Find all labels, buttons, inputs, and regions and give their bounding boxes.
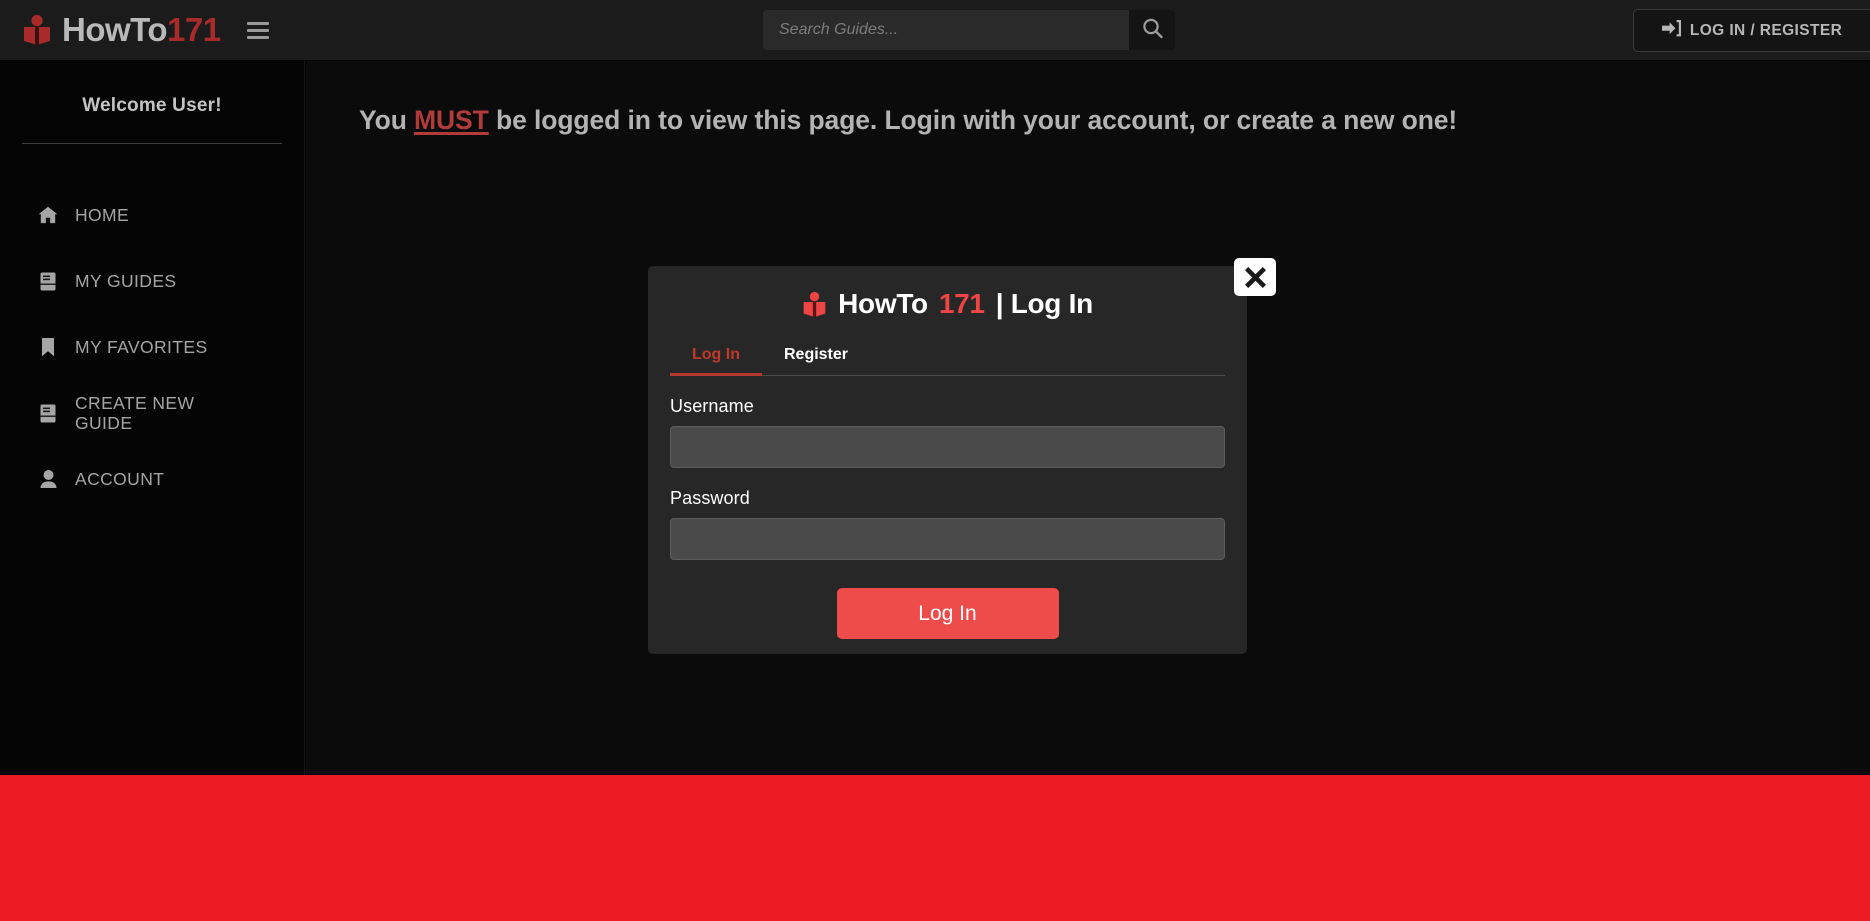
- top-navigation-bar: HowTo171 Search Guides... LOG IN / REGIS…: [0, 0, 1870, 61]
- app-root: HowTo171 Search Guides... LOG IN / REGIS…: [0, 0, 1870, 921]
- sidebar-item-label: MY GUIDES: [75, 270, 177, 291]
- right-gutter: [1840, 61, 1870, 775]
- sidebar-item-my-favorites[interactable]: MY FAVORITES: [0, 314, 304, 380]
- hamburger-menu-icon[interactable]: [246, 20, 269, 40]
- sidebar-divider: [22, 143, 282, 144]
- modal-tabs: Log In Register: [670, 346, 1225, 376]
- headline-prefix: You: [359, 105, 415, 135]
- sidebar: Welcome User! HOME MY GUIDES MY FAVORITE…: [0, 61, 305, 775]
- bookmark-icon: [38, 337, 58, 357]
- book-reader-icon: [22, 14, 52, 46]
- login-register-button[interactable]: LOG IN / REGISTER: [1633, 9, 1870, 52]
- brand-title: HowTo171: [62, 11, 221, 49]
- password-field-group: Password: [670, 488, 1225, 560]
- sidebar-item-my-guides[interactable]: MY GUIDES: [0, 248, 304, 314]
- book-reader-icon: [802, 291, 827, 318]
- headline-suffix: be logged in to view this page. Login wi…: [488, 105, 1458, 135]
- modal-title: HowTo 171 | Log In: [648, 288, 1247, 320]
- username-label: Username: [670, 396, 754, 416]
- password-label: Password: [670, 488, 750, 508]
- username-input[interactable]: [670, 426, 1225, 468]
- sidebar-item-label: CREATE NEW GUIDE: [75, 392, 195, 433]
- sidebar-item-home[interactable]: HOME: [0, 182, 304, 248]
- hamburger-bar: [246, 35, 269, 39]
- brand-number: 171: [167, 11, 221, 48]
- book-icon: [38, 404, 58, 423]
- modal-title-brand: HowTo: [838, 288, 928, 319]
- brand-logo-link[interactable]: HowTo171: [0, 11, 221, 49]
- username-field-group: Username: [670, 396, 1225, 468]
- hamburger-bar: [246, 28, 269, 32]
- login-modal: HowTo 171 | Log In Log In Register Usern…: [648, 258, 1276, 654]
- submit-row: Log In: [648, 588, 1247, 639]
- sidebar-item-create-new-guide[interactable]: CREATE NEW GUIDE: [0, 380, 304, 446]
- login-register-label: LOG IN / REGISTER: [1689, 21, 1843, 39]
- hamburger-bar: [246, 21, 269, 25]
- footer-bar: [0, 775, 1870, 921]
- sign-in-icon: [1661, 19, 1681, 42]
- sidebar-item-account[interactable]: ACCOUNT: [0, 446, 304, 512]
- sidebar-item-label: HOME: [75, 204, 130, 225]
- sidebar-item-label: MY FAVORITES: [75, 336, 208, 357]
- welcome-message: Welcome User!: [82, 95, 222, 116]
- tab-login[interactable]: Log In: [670, 346, 762, 376]
- sidebar-item-label: ACCOUNT: [75, 468, 165, 489]
- login-submit-button[interactable]: Log In: [836, 588, 1059, 639]
- modal-title-suffix: | Log In: [995, 288, 1093, 319]
- tab-register[interactable]: Register: [762, 346, 870, 375]
- headline-emphasis: MUST: [414, 105, 489, 135]
- book-icon: [38, 272, 58, 291]
- sidebar-nav-list: HOME MY GUIDES MY FAVORITES CREATE NEW G…: [0, 182, 304, 512]
- user-icon: [38, 470, 58, 488]
- modal-title-number: 171: [938, 288, 985, 319]
- close-x-icon[interactable]: [1234, 258, 1276, 296]
- search-bar: [763, 10, 1175, 50]
- password-input[interactable]: [670, 518, 1225, 560]
- home-icon: [38, 206, 58, 224]
- search-button[interactable]: [1129, 10, 1175, 50]
- search-input[interactable]: [763, 10, 1129, 50]
- brand-name: HowTo: [62, 11, 168, 48]
- search-icon: [1141, 17, 1164, 43]
- page-headline: You MUST be logged in to view this page.…: [359, 105, 1457, 136]
